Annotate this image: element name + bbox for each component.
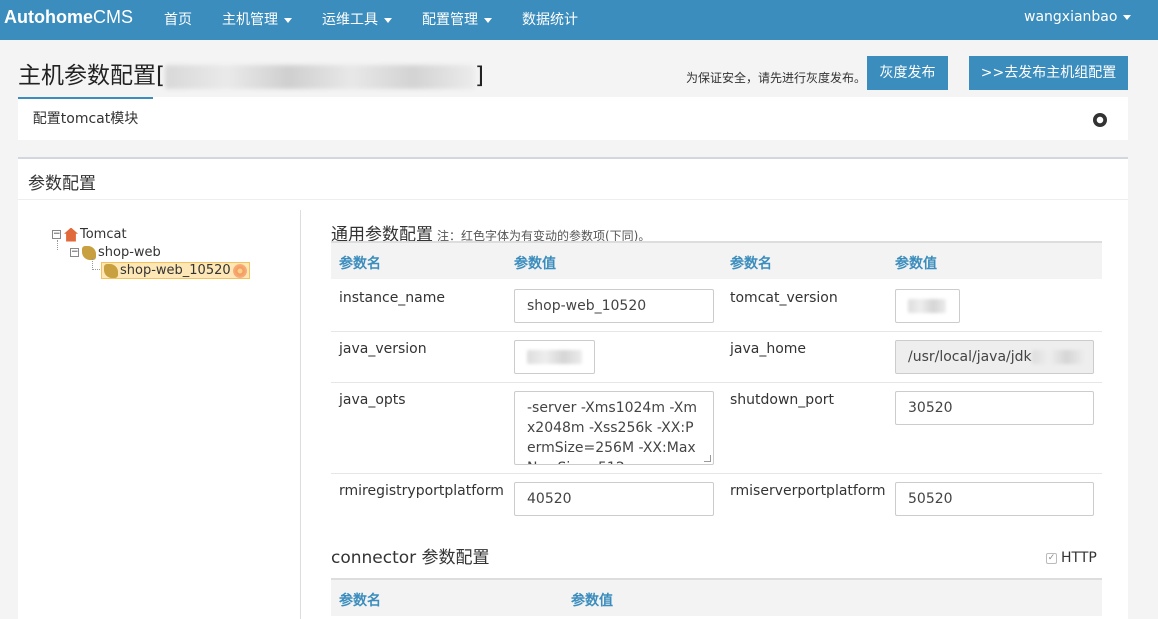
tree-node-shop-web[interactable]: − shop-web bbox=[70, 245, 161, 260]
brand-logo[interactable]: AutohomeCMS bbox=[4, 7, 133, 28]
param-name: rmiserverportplatform bbox=[730, 483, 886, 499]
param-name: java_version bbox=[339, 341, 427, 357]
collapse-icon[interactable]: − bbox=[70, 248, 79, 257]
tomcat-version-input[interactable] bbox=[895, 289, 960, 323]
tree-node-shop-web-10520[interactable]: shop-web_10520 bbox=[101, 262, 250, 279]
top-navbar: AutohomeCMS 首页 主机管理 运维工具 配置管理 数据统计 wangx… bbox=[0, 0, 1158, 40]
instance-status-icon bbox=[232, 263, 247, 278]
row-divider bbox=[331, 473, 1102, 474]
nav-home[interactable]: 首页 bbox=[164, 9, 192, 29]
gray-release-button[interactable]: 灰度发布 bbox=[867, 56, 948, 90]
redacted-value bbox=[908, 299, 946, 313]
chevron-down-icon bbox=[1123, 14, 1132, 20]
connector-table-header: 参数名 参数值 bbox=[331, 578, 1102, 616]
tomcat-icon bbox=[104, 263, 118, 278]
http-checkbox[interactable]: ✓ HTTP bbox=[1046, 550, 1097, 566]
row-divider bbox=[331, 382, 1102, 383]
header-param-name: 参数名 bbox=[730, 256, 772, 272]
java-version-input[interactable] bbox=[514, 340, 595, 374]
connector-params-heading: connector 参数配置 bbox=[331, 548, 490, 568]
param-name: instance_name bbox=[339, 290, 446, 306]
header-param-name: 参数名 bbox=[339, 256, 381, 272]
nav-ops-tools[interactable]: 运维工具 bbox=[322, 9, 392, 29]
header-param-value: 参数值 bbox=[571, 593, 613, 609]
header-param-name: 参数名 bbox=[339, 593, 381, 609]
tree-line bbox=[57, 240, 58, 250]
checkbox-checked-icon[interactable]: ✓ bbox=[1046, 552, 1057, 564]
redacted-host bbox=[164, 64, 475, 89]
column-divider bbox=[300, 210, 301, 619]
chevron-down-icon bbox=[284, 17, 292, 23]
redacted-value bbox=[1031, 350, 1084, 364]
nav-statistics[interactable]: 数据统计 bbox=[522, 9, 578, 29]
row-divider bbox=[331, 331, 1102, 332]
param-name: rmiregistryportplatform bbox=[339, 483, 504, 499]
chevron-down-icon bbox=[384, 17, 392, 23]
nav-config-management[interactable]: 配置管理 bbox=[422, 9, 492, 29]
publish-host-group-button[interactable]: >>去发布主机组配置 bbox=[969, 56, 1128, 90]
instance-name-input[interactable]: shop-web_10520 bbox=[514, 289, 714, 323]
user-menu[interactable]: wangxianbao bbox=[1024, 9, 1132, 25]
redacted-value bbox=[527, 350, 582, 364]
resize-handle[interactable] bbox=[704, 455, 711, 462]
shutdown-port-input[interactable]: 30520 bbox=[895, 391, 1094, 425]
collapse-icon[interactable]: − bbox=[52, 230, 61, 239]
java-opts-textarea[interactable]: -server -Xms1024m -Xmx2048m -Xss256k -XX… bbox=[514, 391, 714, 465]
rmi-registry-port-input[interactable]: 40520 bbox=[514, 482, 714, 516]
general-table-header: 参数名 参数值 参数名 参数值 bbox=[331, 241, 1102, 279]
safety-notice: 为保证安全，请先进行灰度发布。 bbox=[686, 71, 867, 85]
home-icon bbox=[64, 227, 78, 242]
page-title: 主机参数配置[] bbox=[18, 63, 484, 89]
param-name: tomcat_version bbox=[730, 290, 838, 306]
param-name: shutdown_port bbox=[730, 392, 835, 408]
java-home-input: /usr/local/java/jdk bbox=[895, 340, 1094, 374]
header-param-value: 参数值 bbox=[895, 256, 937, 272]
param-name: java_home bbox=[730, 341, 807, 357]
panel-title: 参数配置 bbox=[28, 174, 96, 194]
tree-node-tomcat[interactable]: − Tomcat bbox=[52, 227, 127, 242]
header-param-value: 参数值 bbox=[514, 256, 556, 272]
param-name: java_opts bbox=[339, 392, 406, 408]
nav-host-management[interactable]: 主机管理 bbox=[222, 9, 292, 29]
gear-icon[interactable] bbox=[1093, 113, 1107, 127]
tab-configure-tomcat[interactable]: 配置tomcat模块 bbox=[18, 97, 153, 140]
tab-bar bbox=[18, 97, 1128, 140]
rmi-server-port-input[interactable]: 50520 bbox=[895, 482, 1094, 516]
chevron-down-icon bbox=[484, 17, 492, 23]
panel-divider bbox=[18, 199, 1128, 200]
